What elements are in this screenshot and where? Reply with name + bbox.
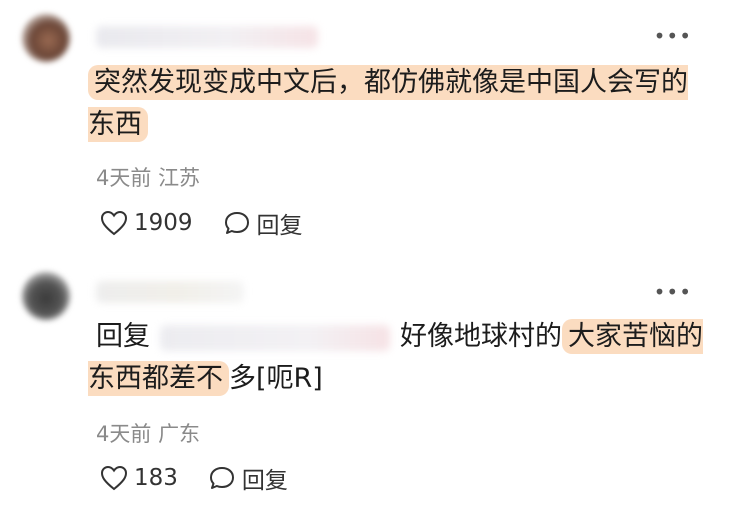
reply-prefix: 回复 (96, 321, 150, 352)
reply-button[interactable]: 回复 (208, 461, 288, 495)
plain-text: 好像地球村的 (400, 321, 562, 352)
comment-meta: 4天前 江苏 (96, 162, 200, 192)
comment-location: 广东 (158, 422, 201, 446)
like-count: 1909 (134, 210, 193, 236)
comment-time: 4天前 (96, 422, 152, 446)
more-dots-icon[interactable]: ••• (654, 26, 692, 46)
text-tail: 多[呃R] (229, 363, 323, 394)
comment-text: 回复 好像地球村的 大家苦恼的东西都差不 多[呃R] (88, 316, 708, 400)
heart-outline-icon (100, 465, 128, 491)
comment-text: 突然发现变成中文后，都仿佛就像是中国人会写的东西 (88, 62, 700, 146)
comment-location: 江苏 (158, 166, 201, 190)
comment-time: 4天前 (96, 166, 152, 190)
heart-outline-icon (100, 210, 128, 236)
comment-meta: 4天前 广东 (96, 418, 200, 448)
username-blurred[interactable] (96, 281, 244, 303)
like-count: 183 (134, 465, 178, 491)
comment-bubble-icon (224, 212, 249, 234)
reply-label: 回复 (241, 468, 288, 494)
username-blurred[interactable] (96, 26, 318, 48)
highlighted-text: 突然发现变成中文后，都仿佛就像是中国人会写的东西 (88, 65, 688, 142)
like-button[interactable]: 183 (100, 465, 178, 491)
reply-label: 回复 (256, 213, 303, 239)
comment-actions: 183 回复 (100, 461, 318, 495)
replied-username-blurred[interactable] (160, 324, 390, 351)
like-button[interactable]: 1909 (100, 210, 193, 236)
reply-button[interactable]: 回复 (223, 206, 303, 240)
avatar[interactable] (22, 272, 70, 320)
comment-bubble-icon (209, 467, 234, 489)
more-dots-icon[interactable]: ••• (654, 282, 692, 302)
avatar[interactable] (22, 14, 70, 62)
comment-actions: 1909 回复 (100, 206, 333, 240)
